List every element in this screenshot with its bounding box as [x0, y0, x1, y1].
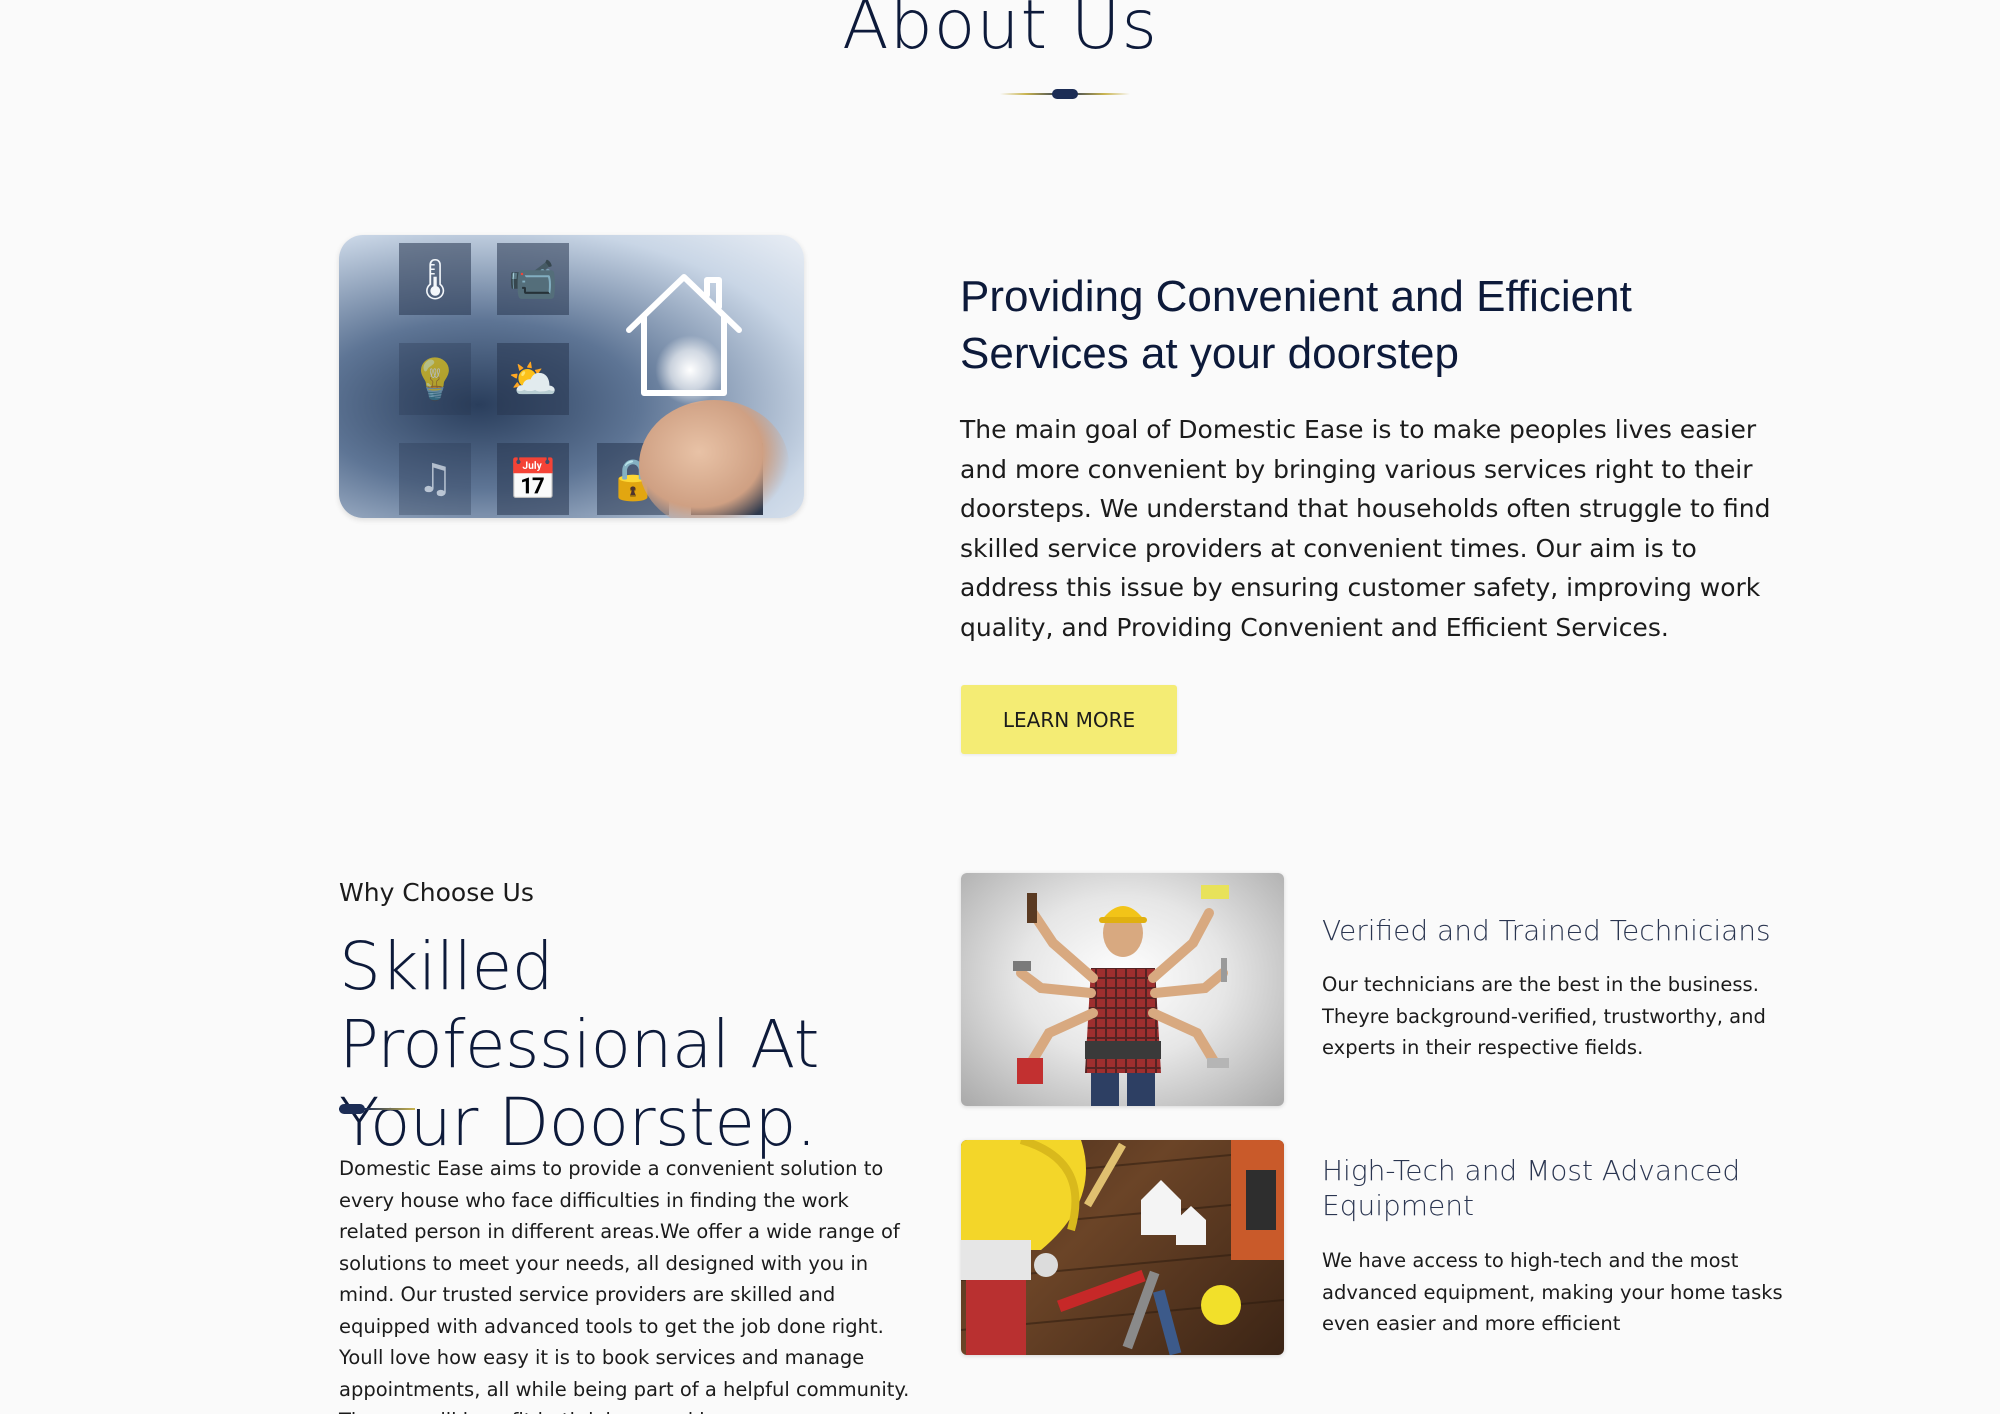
security-camera-icon: 📹: [497, 243, 569, 315]
why-heading: Skilled Professional At Your Doorstep.: [339, 928, 820, 1161]
weather-icon: ⛅: [497, 343, 569, 415]
music-note-icon: ♫: [399, 443, 471, 515]
equipment-image: [961, 1140, 1284, 1355]
tools-illustration: [961, 1140, 1284, 1355]
why-choose-us-label: Why Choose Us: [339, 878, 534, 907]
learn-more-button[interactable]: LEARN MORE: [961, 685, 1177, 754]
feature-title-equipment: High-Tech and Most Advanced Equipment: [1322, 1154, 1741, 1222]
page: About Us 🌡 📹 💡 ⛅ ♫ 📅 🔒 ⚙ Providing Conve…: [0, 0, 2000, 1414]
thermometer-icon: 🌡: [399, 243, 471, 315]
hand-image: [639, 400, 789, 518]
about-title: About Us: [842, 0, 1158, 65]
why-divider: [339, 1104, 415, 1114]
divider-dot: [1052, 89, 1078, 99]
hero-heading: Providing Convenient and Efficient Servi…: [960, 272, 1632, 378]
hero-description: The main goal of Domestic Ease is to mak…: [960, 415, 1771, 642]
light-bulb-icon: 💡: [399, 343, 471, 415]
about-divider: [1000, 89, 1130, 99]
feature-title-technicians: Verified and Trained Technicians: [1322, 914, 1771, 947]
multi-armed-worker-illustration: [1013, 885, 1229, 1106]
smart-home-icon: [626, 274, 742, 396]
feature-description-equipment: We have access to high-tech and the most…: [1322, 1249, 1783, 1335]
divider-dot: [339, 1104, 365, 1114]
feature-description-technicians: Our technicians are the best in the busi…: [1322, 973, 1766, 1059]
why-description: Domestic Ease aims to provide a convenie…: [339, 1157, 910, 1414]
calendar-icon: 📅: [497, 443, 569, 515]
technician-image: [961, 873, 1284, 1106]
smart-home-image: 🌡 📹 💡 ⛅ ♫ 📅 🔒 ⚙: [339, 235, 804, 518]
